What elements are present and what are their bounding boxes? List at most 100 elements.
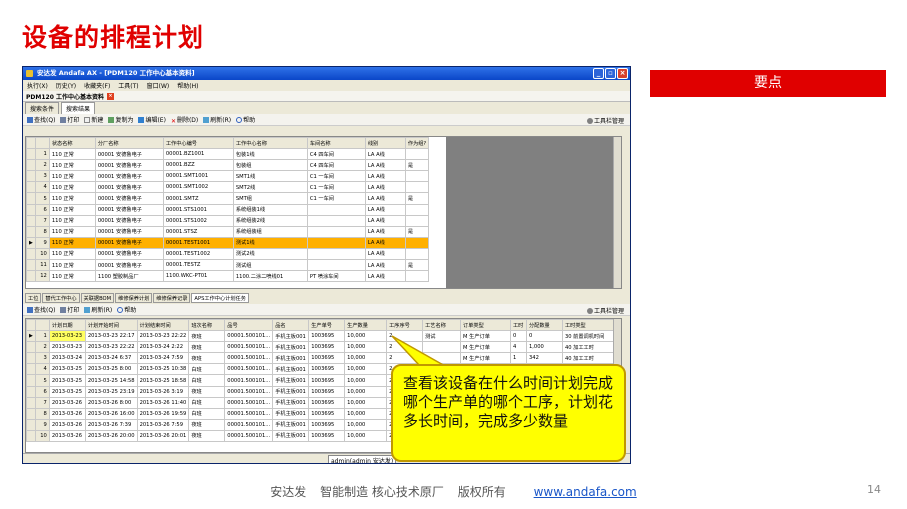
table-cell[interactable]: 手机主板001: [272, 341, 310, 354]
table-cell[interactable]: 测试2线: [232, 247, 308, 261]
table-row[interactable]: 2 2013-03-23 2013-03-23 22:22 2013-03-24 2:…: [26, 341, 621, 354]
table-cell[interactable]: 1003695: [308, 429, 346, 443]
table-cell[interactable]: 夜班: [188, 330, 226, 343]
table-cell[interactable]: [306, 225, 366, 238]
table-cell[interactable]: 手机主板001: [272, 429, 310, 443]
refresh-button-2[interactable]: 刷新(R): [84, 305, 112, 314]
column-header[interactable]: 订单类型: [460, 319, 511, 332]
table-cell[interactable]: 夜班: [188, 418, 226, 431]
table-cell[interactable]: LA A线: [364, 225, 406, 238]
table-cell[interactable]: 2013-03-24: [48, 352, 86, 365]
table-cell[interactable]: 30 前置调机时间: [561, 330, 621, 343]
table-cell[interactable]: 00001.BZZ: [162, 159, 234, 172]
toolbar-manage-button[interactable]: 工具栏管理: [586, 116, 624, 125]
table-cell[interactable]: 00001.500101...: [224, 385, 274, 398]
tab-aps-tasks[interactable]: APS工作中心计划任务: [191, 293, 249, 303]
table-cell[interactable]: 1100 塑胶制品厂: [94, 270, 164, 283]
table-cell[interactable]: 2013-03-23 22:17: [84, 330, 138, 343]
help-button[interactable]: 帮助: [236, 115, 255, 124]
document-tab[interactable]: PDM120 工作中心基本资料 ×: [23, 91, 630, 102]
table-cell[interactable]: [306, 214, 366, 227]
table-cell[interactable]: 1003695: [308, 385, 346, 398]
table-cell[interactable]: LA A线: [364, 170, 406, 183]
table-cell[interactable]: LA A线: [364, 159, 406, 172]
table-cell[interactable]: 00001.TEST1001: [162, 236, 234, 249]
table-cell[interactable]: 测试: [422, 330, 462, 343]
footer-url-link[interactable]: www.andafa.com: [534, 485, 637, 499]
table-cell[interactable]: [306, 203, 366, 216]
table-cell[interactable]: 10,000: [344, 385, 388, 398]
tab-search-results[interactable]: 搜索结果: [61, 102, 96, 114]
table-cell[interactable]: 1003695: [308, 418, 346, 431]
column-header[interactable]: 计划开始时间: [84, 319, 138, 332]
table-cell[interactable]: 2013-03-24 2:22: [136, 341, 190, 354]
table-cell[interactable]: 00001.500101...: [224, 330, 274, 343]
table-cell[interactable]: 2013-03-26: [48, 418, 86, 431]
table-cell[interactable]: 2013-03-25: [48, 363, 86, 376]
table-cell[interactable]: LA A线: [364, 247, 406, 261]
table-cell[interactable]: 2: [386, 352, 424, 365]
table-row[interactable]: 8 110 正常 00001 安德鲁电子 00001.STSZ 系统组装组 LA A线是: [26, 225, 430, 238]
column-header[interactable]: 品名: [272, 319, 310, 332]
table-cell[interactable]: 10,000: [344, 352, 388, 365]
column-header[interactable]: 生产数量: [344, 319, 388, 332]
table-cell[interactable]: 10,000: [344, 429, 388, 443]
table-cell[interactable]: 1003695: [308, 396, 346, 409]
table-cell[interactable]: 2013-03-26 7:59: [136, 418, 190, 431]
table-cell[interactable]: 110 正常: [48, 259, 96, 272]
column-header[interactable]: 生产单号: [308, 319, 346, 332]
table-cell[interactable]: 10,000: [344, 407, 388, 420]
column-header[interactable]: 工时类型: [561, 319, 621, 332]
table-cell[interactable]: 00001.STS1002: [162, 214, 234, 227]
table-cell[interactable]: 1003695: [308, 407, 346, 420]
table-cell[interactable]: 00001 安德鲁电子: [94, 181, 164, 194]
table-cell[interactable]: 00001 安德鲁电子: [94, 225, 164, 238]
table-row[interactable]: 6 110 正常 00001 安德鲁电子 00001.STS1001 系统组装1线 LA …: [26, 203, 430, 216]
table-cell[interactable]: 1003695: [308, 374, 346, 387]
help-button-2[interactable]: 帮助: [117, 305, 136, 314]
close-button[interactable]: ×: [617, 68, 628, 79]
table-cell[interactable]: 2: [386, 330, 424, 343]
table-cell[interactable]: 10,000: [344, 341, 388, 354]
table-cell[interactable]: [422, 341, 462, 354]
menu-tools[interactable]: 工具(T): [118, 81, 138, 90]
table-cell[interactable]: 00001.500101...: [224, 429, 274, 443]
menu-favorites[interactable]: 收藏夹(F): [84, 81, 110, 90]
table-cell[interactable]: LA A线: [364, 203, 406, 216]
table-row[interactable]: 2 110 正常 00001 安德鲁电子 00001.BZZ 包装组 C4 四车间 LA A…: [26, 159, 430, 172]
close-doc-icon[interactable]: ×: [106, 92, 114, 100]
table-cell[interactable]: LA A线: [364, 181, 406, 194]
table-cell[interactable]: C1 一车间: [306, 170, 366, 183]
table-cell[interactable]: 是: [404, 225, 430, 238]
menu-history[interactable]: 历史(Y): [56, 81, 76, 90]
table-cell[interactable]: 白班: [188, 363, 226, 376]
table-cell[interactable]: [306, 259, 366, 272]
table-cell[interactable]: 2013-03-26: [48, 429, 86, 443]
table-cell[interactable]: 系统组装1线: [232, 203, 308, 216]
edit-button[interactable]: 编辑(E): [138, 115, 166, 124]
table-cell[interactable]: 00001 安德鲁电子: [94, 214, 164, 227]
table-cell[interactable]: C1 一车间: [306, 192, 366, 205]
column-header[interactable]: 车间名称: [306, 137, 366, 150]
table-cell[interactable]: 00001 安德鲁电子: [94, 159, 164, 172]
table-cell[interactable]: SMT1线: [232, 170, 308, 183]
tab-related-bom[interactable]: 关联据BOM: [80, 293, 115, 303]
print-button-2[interactable]: 打印: [60, 305, 79, 314]
table-cell[interactable]: 2013-03-26 11:40: [136, 396, 190, 409]
table-cell[interactable]: [404, 181, 430, 194]
table-cell[interactable]: 包装组: [232, 159, 308, 172]
table-cell[interactable]: 2013-03-26 8:00: [84, 396, 138, 409]
table-cell[interactable]: [404, 214, 430, 227]
table-cell[interactable]: 10,000: [344, 330, 388, 343]
column-header[interactable]: 工作中心名称: [232, 137, 308, 150]
table-cell[interactable]: 110 正常: [48, 270, 96, 283]
column-header[interactable]: 计划结束时间: [136, 319, 190, 332]
window-titlebar[interactable]: 安达发 Andafa AX - [PDM120 工作中心基本资料] _ ▫ ×: [23, 67, 630, 80]
table-cell[interactable]: 2013-03-25: [48, 374, 86, 387]
minimize-button[interactable]: _: [593, 68, 604, 79]
column-header[interactable]: 分配数量: [525, 319, 563, 332]
table-cell[interactable]: M 生产订单: [460, 352, 511, 365]
table-cell[interactable]: 测试1线: [232, 236, 308, 249]
table-cell[interactable]: 白班: [188, 407, 226, 420]
table-cell[interactable]: 110 正常: [48, 236, 96, 249]
